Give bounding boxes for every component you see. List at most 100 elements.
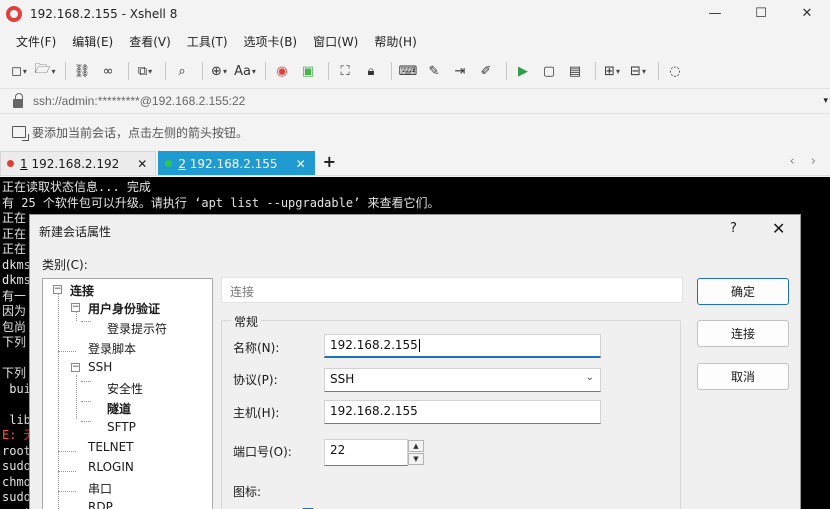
category-label: 类别(C): (42, 258, 88, 272)
toolbar-divider (391, 62, 392, 80)
tree-item-sftp[interactable]: SFTP (107, 420, 136, 434)
toolbar-divider (506, 62, 507, 80)
window-title: 192.168.2.155 - Xshell 8 (30, 6, 178, 21)
transfer-icon[interactable]: ⇥ (449, 60, 471, 82)
globe-icon[interactable]: ⊕ ▾ (208, 60, 230, 82)
tab-close-icon[interactable]: ✕ (296, 157, 306, 171)
dialog-close-button[interactable]: ✕ (772, 219, 785, 238)
port-decrement-button[interactable]: ▼ (408, 453, 424, 465)
tree-item-ssh[interactable]: SSH (88, 360, 112, 374)
status-dot-icon (165, 160, 173, 167)
toolbar-divider (65, 62, 66, 80)
host-field[interactable]: 192.168.2.155 (324, 400, 601, 424)
compose-icon[interactable]: ✎ (423, 60, 445, 82)
tree-line (76, 375, 77, 419)
stop-icon[interactable]: ▢ (538, 60, 560, 82)
icon-label: 图标: (233, 485, 262, 499)
category-tree[interactable]: − 连接 − 用户身份验证 登录提示符 登录脚本 − SSH 安全性 隧道 SF… (42, 278, 213, 509)
menu-window[interactable]: 窗口(W) (305, 31, 366, 53)
chevron-down-icon[interactable]: ▾ (823, 96, 828, 106)
maximize-button[interactable]: ☐ (738, 0, 784, 27)
port-increment-button[interactable]: ▲ (408, 440, 424, 452)
tree-item-login-prompts[interactable]: 登录提示符 (107, 320, 167, 337)
tab-nav-arrows[interactable]: ‹ › (789, 154, 822, 169)
host-label: 主机(H): (233, 406, 280, 420)
hint-text: 要添加当前会话，点击左侧的箭头按钮。 (32, 125, 249, 140)
tree-line (58, 293, 59, 509)
menu-view[interactable]: 查看(V) (121, 31, 179, 53)
tab-session-2[interactable]: 2 192.168.2.155 ✕ (158, 151, 315, 175)
xshell-icon[interactable]: ◉ (271, 60, 293, 82)
tree-item-rlogin[interactable]: RLOGIN (88, 460, 134, 474)
ok-button[interactable]: 确定 (697, 278, 789, 305)
tab-session-1[interactable]: 1 192.168.2.192 ✕ (0, 151, 157, 175)
fullscreen-icon[interactable]: ⛶ (334, 60, 356, 82)
tree-line (58, 471, 76, 472)
help-button[interactable]: ? (730, 221, 737, 236)
font-icon[interactable]: Aa ▾ (234, 60, 256, 82)
tree-line (81, 321, 91, 322)
copy-icon[interactable]: ⧉ ▾ (134, 60, 156, 82)
lock-icon[interactable]: 🔒︎ (360, 60, 382, 82)
layout-icon[interactable]: ⊟ ▾ (627, 60, 649, 82)
disconnect-icon[interactable]: ∞ (97, 60, 119, 82)
menu-file[interactable]: 文件(F) (8, 31, 64, 53)
tree-item-login-scripts[interactable]: 登录脚本 (88, 340, 136, 357)
add-session-icon[interactable] (12, 126, 29, 141)
xftp-icon[interactable]: ▣ (297, 60, 319, 82)
collapse-toggle-icon[interactable]: − (71, 363, 80, 372)
tree-line (58, 351, 76, 352)
tree-line (58, 491, 76, 492)
tree-line (81, 381, 91, 382)
keyboard-icon[interactable]: ⌨ (397, 60, 419, 82)
group-title: 常规 (231, 313, 262, 330)
protocol-label: 协议(P): (233, 373, 278, 387)
tree-item-telnet[interactable]: TELNET (88, 440, 134, 454)
collapse-toggle-icon[interactable]: − (53, 285, 62, 294)
port-field[interactable]: 22 (324, 439, 408, 466)
play-icon[interactable]: ▶ (512, 60, 534, 82)
tree-item-connection[interactable]: 连接 (70, 282, 94, 299)
add-tab-icon[interactable]: ⊞ ▾ (601, 60, 623, 82)
log-icon[interactable]: ▤ (564, 60, 586, 82)
tree-item-tunneling[interactable]: 隧道 (107, 400, 131, 417)
reconnect-icon[interactable]: ⛓ (71, 60, 93, 82)
address-bar: ▾ (0, 88, 830, 114)
address-input[interactable] (33, 94, 813, 108)
connect-button[interactable]: 连接 (697, 320, 789, 347)
close-button[interactable]: ✕ (784, 0, 830, 27)
new-session-icon[interactable]: ◻ ▾ (8, 60, 30, 82)
xshell-logo-icon (6, 5, 22, 22)
tree-item-user-auth[interactable]: 用户身份验证 (88, 300, 160, 317)
text-cursor (418, 339, 420, 352)
menu-tabs[interactable]: 选项卡(B) (236, 31, 306, 53)
new-session-properties-dialog: 新建会话属性 ? ✕ 类别(C): − 连接 − 用户身份验证 登录提示符 登录… (29, 214, 801, 509)
menu-bar: 文件(F) 编辑(E) 查看(V) 工具(T) 选项卡(B) 窗口(W) 帮助(… (0, 30, 830, 54)
tree-item-rdp[interactable]: RDP (88, 500, 113, 509)
tree-item-serial[interactable]: 串口 (88, 480, 112, 497)
search-icon[interactable]: ⌕ (171, 60, 193, 82)
protocol-select[interactable]: SSH ⌄ (324, 368, 601, 392)
minimize-button[interactable]: — (692, 0, 738, 27)
lock-icon (13, 92, 23, 108)
tab-close-icon[interactable]: ✕ (137, 157, 147, 171)
script-icon[interactable]: ✐ (475, 60, 497, 82)
menu-tools[interactable]: 工具(T) (179, 31, 236, 53)
toolbar-divider (265, 62, 266, 80)
cancel-button[interactable]: 取消 (697, 363, 789, 390)
name-field[interactable]: 192.168.2.155 (324, 334, 601, 358)
menu-help[interactable]: 帮助(H) (366, 31, 424, 53)
port-label: 端口号(O): (233, 445, 292, 459)
toolbar: ◻ ▾ 🗁 ▾ ⛓ ∞ ⧉ ▾ ⌕ ⊕ ▾ Aa ▾ ◉ ▣ ⛶ 🔒︎ ⌨ ✎ ⇥ ✐ ▶… (0, 57, 830, 85)
name-label: 名称(N): (233, 341, 280, 355)
hint-bar: 要添加当前会话，点击左侧的箭头按钮。 (0, 120, 830, 144)
toolbar-divider (658, 62, 659, 80)
tab-label: 2 192.168.2.155 (178, 156, 278, 171)
chat-icon[interactable]: ◌ (664, 60, 686, 82)
open-folder-icon[interactable]: 🗁 ▾ (34, 60, 56, 82)
add-tab-button[interactable]: + (323, 151, 336, 175)
menu-edit[interactable]: 编辑(E) (64, 31, 121, 53)
tab-label: 1 192.168.2.192 (20, 156, 120, 171)
collapse-toggle-icon[interactable]: − (71, 303, 80, 312)
tree-item-security[interactable]: 安全性 (107, 380, 143, 397)
